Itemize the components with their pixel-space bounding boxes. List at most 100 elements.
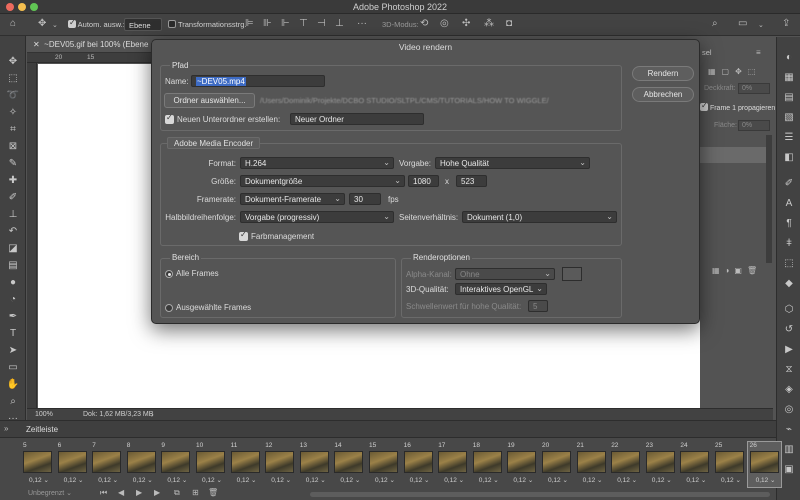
align-middle-icon[interactable]: ⊣ [317, 18, 326, 30]
frame-duration[interactable]: 0,12 ⌄ [29, 476, 49, 484]
workspace-chevron-icon[interactable]: ⌄ [758, 20, 764, 32]
timeline-frame[interactable]: 10 0,12 ⌄ [194, 442, 227, 487]
frame-duration[interactable]: 0,12 ⌄ [548, 476, 568, 484]
magic-wand-tool[interactable]: ✧ [6, 106, 20, 120]
frame-duration[interactable]: 0,12 ⌄ [271, 476, 291, 484]
brush-panel-icon[interactable]: ✐ [782, 177, 796, 191]
flaeche-field[interactable]: 0% [738, 120, 770, 131]
timeline-frame[interactable]: 15 0,12 ⌄ [367, 442, 400, 487]
timeline-frame[interactable]: 25 0,12 ⌄ [713, 442, 746, 487]
frame-duration[interactable]: 0,12 ⌄ [686, 476, 706, 484]
frame-duration[interactable]: 0,12 ⌄ [652, 476, 672, 484]
timeline-frame[interactable]: 12 0,12 ⌄ [263, 442, 296, 487]
panel-collapse-icon[interactable]: » [4, 424, 8, 433]
auto-select-dropdown[interactable]: Ebene [124, 18, 162, 31]
frame-duration[interactable]: 0,12 ⌄ [513, 476, 533, 484]
paragraph-panel-icon[interactable]: ¶ [782, 217, 796, 231]
3d-quality-select[interactable]: Interaktives OpenGL ⌄ [455, 283, 547, 295]
framerate-select[interactable]: Dokument-Framerate ⌄ [240, 193, 345, 205]
3d-orbit-icon[interactable]: ⟲ [420, 18, 428, 30]
layers-panel-icon[interactable]: ◈ [782, 383, 796, 397]
lasso-tool[interactable]: ➰ [6, 89, 20, 103]
width-input[interactable]: 1080 [408, 175, 439, 187]
type-tool[interactable]: T [6, 327, 20, 341]
frame-duration[interactable]: 0,12 ⌄ [375, 476, 395, 484]
home-icon[interactable]: ⌂ [10, 18, 16, 30]
timeline-frame[interactable]: 11 0,12 ⌄ [229, 442, 262, 487]
timeline-frame[interactable]: 18 0,12 ⌄ [471, 442, 504, 487]
status-arrow-icon[interactable]: › [151, 410, 154, 419]
deckkraft-field[interactable]: 0% [738, 83, 770, 94]
eraser-tool[interactable]: ◪ [6, 242, 20, 256]
frame-duration[interactable]: 0,12 ⌄ [167, 476, 187, 484]
transform-controls-checkbox[interactable]: Transformationsstrg. [168, 20, 246, 29]
lock-icons[interactable]: ▦▢✥⬚ [708, 67, 761, 76]
hand-tool[interactable]: ✋ [6, 378, 20, 392]
first-frame-icon[interactable]: ⏮ [100, 488, 107, 498]
history-brush-tool[interactable]: ↶ [6, 225, 20, 239]
timeline-frame[interactable]: 16 0,12 ⌄ [402, 442, 435, 487]
height-input[interactable]: 523 [456, 175, 487, 187]
new-subfolder-checkbox[interactable] [165, 113, 174, 124]
timeline-panel-icon[interactable]: ⧖ [782, 363, 796, 377]
timeline-frame[interactable]: 26 0,12 ⌄ [746, 441, 782, 488]
3d-panel-icon[interactable]: ⬡ [782, 303, 796, 317]
frame-duration[interactable]: 0,12 ⌄ [444, 476, 464, 484]
alpha-color-swatch[interactable] [562, 267, 582, 281]
adjustments-panel-icon[interactable]: ◧ [782, 151, 796, 165]
delete-frame-icon[interactable]: 🗑 [208, 488, 218, 497]
libraries-panel-icon[interactable]: ▥ [782, 443, 796, 457]
frame-propagate-checkbox[interactable]: Frame 1 propagieren [700, 101, 775, 112]
color-panel-icon[interactable]: ◐ [782, 51, 796, 65]
new-subfolder-input[interactable]: Neuer Ordner [290, 113, 424, 125]
all-frames-radio[interactable] [165, 270, 173, 278]
timeline-frame[interactable]: 22 0,12 ⌄ [609, 442, 642, 487]
history-panel-icon[interactable]: ↺ [782, 323, 796, 337]
more-options-icon[interactable]: ··· [357, 18, 367, 30]
layer-actions-icons[interactable]: ▦◑▣🗑 [712, 266, 762, 275]
loop-dropdown[interactable]: Unbegrenzt ⌄ [28, 489, 72, 497]
timeline-frame[interactable]: 19 0,12 ⌄ [505, 442, 538, 487]
3d-pan-icon[interactable]: ✣ [462, 18, 470, 30]
blur-tool[interactable]: ● [6, 276, 20, 290]
timeline-frame[interactable]: 17 0,12 ⌄ [436, 442, 469, 487]
aspect-select[interactable]: Dokument (1,0) ⌄ [462, 211, 617, 223]
frame-duration[interactable]: 0,12 ⌄ [306, 476, 326, 484]
frame-duration[interactable]: 0,12 ⌄ [64, 476, 84, 484]
dodge-tool[interactable]: ◔ [6, 293, 20, 307]
align-right-icon[interactable]: ⊩ [281, 18, 290, 30]
paths-panel-icon[interactable]: ⌁ [782, 423, 796, 437]
zoom-level[interactable]: 100% [35, 411, 53, 418]
timeline-frame[interactable]: 24 0,12 ⌄ [678, 442, 711, 487]
frame-duration[interactable]: 0,12 ⌄ [617, 476, 637, 484]
healing-tool[interactable]: ✚ [6, 174, 20, 188]
next-frame-icon[interactable]: ▶︎ [154, 488, 160, 497]
frame-duration[interactable]: 0,12 ⌄ [98, 476, 118, 484]
auto-select-checkbox[interactable]: Autom. ausw.: [68, 18, 125, 29]
notes-panel-icon[interactable]: ▣ [782, 463, 796, 477]
swatches-panel-icon[interactable]: ▦ [782, 71, 796, 85]
chevron-down-icon[interactable]: ⌄ [52, 20, 58, 32]
path-selection-tool[interactable]: ➤ [6, 344, 20, 358]
3d-slide-icon[interactable]: ⁂ [484, 18, 494, 30]
panel-menu-icon[interactable]: ≡ [756, 48, 761, 57]
frame-duration[interactable]: 0,12 ⌄ [133, 476, 153, 484]
brush-tool[interactable]: ✐ [6, 191, 20, 205]
share-icon[interactable]: ⇪ [782, 18, 790, 30]
choose-folder-button[interactable]: Ordner auswählen... [164, 93, 255, 108]
preset-select[interactable]: Hohe Qualität ⌄ [435, 157, 590, 169]
layer-row[interactable] [700, 147, 766, 163]
render-button[interactable]: Rendern [632, 66, 694, 81]
frame-duration[interactable]: 0,12 ⌄ [756, 476, 776, 484]
align-bottom-icon[interactable]: ⊥ [335, 18, 344, 30]
frame-duration[interactable]: 0,12 ⌄ [479, 476, 499, 484]
3d-scale-icon[interactable]: ◘ [506, 18, 512, 30]
align-top-icon[interactable]: ⊤ [299, 18, 308, 30]
prev-frame-icon[interactable]: ◀︎ [118, 488, 124, 497]
timeline-frame[interactable]: 21 0,12 ⌄ [575, 442, 608, 487]
frame-duration[interactable]: 0,12 ⌄ [340, 476, 360, 484]
3d-roll-icon[interactable]: ◎ [440, 18, 449, 30]
alpha-select[interactable]: Ohne ⌄ [455, 268, 555, 280]
timeline-frame[interactable]: 13 0,12 ⌄ [298, 442, 331, 487]
size-select[interactable]: Dokumentgröße ⌄ [240, 175, 405, 187]
